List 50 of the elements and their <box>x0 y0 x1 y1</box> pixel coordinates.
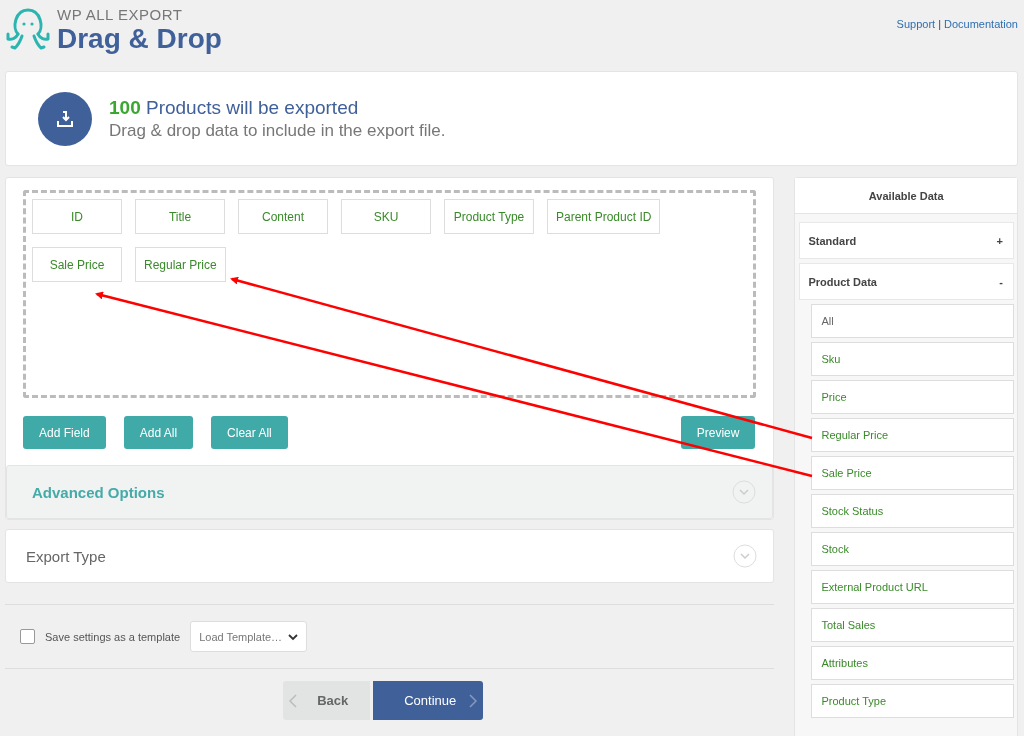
data-item[interactable]: All <box>811 304 1014 338</box>
data-item[interactable]: Regular Price <box>811 418 1014 452</box>
data-item[interactable]: Sale Price <box>811 456 1014 490</box>
field-chip[interactable]: Content <box>238 199 328 234</box>
header-link[interactable]: Support <box>896 18 936 30</box>
page-title: Drag & Drop <box>57 23 222 55</box>
group-label: Product Data <box>808 275 877 288</box>
panel-title: Available Data <box>795 178 1017 214</box>
data-item[interactable]: Attributes <box>811 646 1014 680</box>
preview-button[interactable]: Preview <box>680 416 756 449</box>
data-item[interactable]: Price <box>811 380 1014 414</box>
data-item[interactable]: Stock <box>811 532 1014 566</box>
brand-name: WP ALL EXPORT <box>57 6 184 23</box>
chevron-down-icon <box>288 632 299 641</box>
export-count-heading: 100 Products will be exported <box>109 96 360 119</box>
continue-button[interactable]: Continue <box>373 681 484 720</box>
field-chip[interactable]: ID <box>32 199 122 234</box>
group-label: Standard <box>808 234 857 247</box>
back-button[interactable]: Back <box>283 681 371 720</box>
chevron-down-icon <box>732 480 757 504</box>
toggle-sign: - <box>999 275 1003 288</box>
template-select[interactable]: Load Template… <box>190 621 308 652</box>
summary-subtitle: Drag & drop data to include in the export file. <box>109 120 446 141</box>
checkbox-label: Save settings as a template <box>45 630 181 643</box>
action-button[interactable]: Add All <box>123 416 194 449</box>
field-chip[interactable]: Parent Product ID <box>547 199 661 234</box>
checkbox[interactable] <box>20 629 35 644</box>
data-item[interactable]: Product Type <box>811 684 1014 718</box>
field-chip[interactable]: SKU <box>341 199 431 234</box>
chevron-right-icon <box>469 693 478 708</box>
field-chip[interactable]: Sale Price <box>32 247 122 282</box>
field-chip[interactable]: Product Type <box>444 199 534 234</box>
toggle-sign: + <box>996 234 1003 247</box>
chevron-down-icon <box>733 544 758 568</box>
data-item[interactable]: Total Sales <box>811 608 1014 642</box>
section-header[interactable]: Export Type <box>5 529 775 583</box>
chevron-left-icon <box>289 693 298 708</box>
action-button[interactable]: Clear All <box>211 416 288 449</box>
download-icon <box>38 91 92 146</box>
field-chip[interactable]: Regular Price <box>135 247 226 282</box>
group-header[interactable]: Product Data - <box>799 263 1014 300</box>
group-header[interactable]: Standard + <box>799 222 1014 259</box>
link-separator: | <box>938 18 941 30</box>
field-chip[interactable]: Title <box>135 199 225 234</box>
header-link[interactable]: Documentation <box>944 18 1018 30</box>
data-item[interactable]: Stock Status <box>811 494 1014 528</box>
section-header[interactable]: Advanced Options <box>6 465 774 519</box>
data-item[interactable]: Sku <box>811 342 1014 376</box>
action-button[interactable]: Add Field <box>23 416 106 449</box>
data-item[interactable]: External Product URL <box>811 570 1014 604</box>
